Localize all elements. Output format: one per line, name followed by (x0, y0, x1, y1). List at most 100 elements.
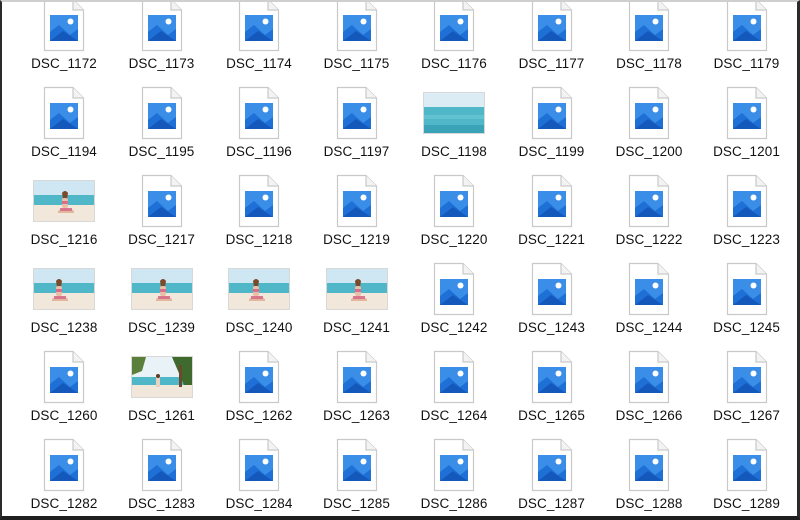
file-item[interactable]: DSC_1198 (406, 82, 502, 166)
file-item[interactable]: DSC_1245 (699, 258, 795, 342)
file-item[interactable]: DSC_1243 (504, 258, 600, 342)
photo-thumbnail (309, 260, 405, 318)
file-item[interactable]: DSC_1287 (504, 434, 600, 518)
file-item[interactable]: DSC_1200 (601, 82, 697, 166)
file-name-label: DSC_1174 (226, 56, 292, 71)
file-item[interactable]: DSC_1285 (309, 434, 405, 518)
image-file-icon (406, 0, 502, 54)
image-file-icon-graphic (531, 438, 572, 492)
file-item[interactable]: DSC_1177 (504, 0, 600, 78)
file-item[interactable]: DSC_1267 (699, 346, 795, 430)
file-item[interactable]: DSC_1220 (406, 170, 502, 254)
file-name-label: DSC_1196 (226, 144, 292, 159)
file-name-label: DSC_1264 (420, 408, 488, 423)
image-file-icon-graphic (433, 438, 475, 492)
file-item[interactable]: DSC_1240 (211, 258, 307, 342)
file-name-label: DSC_1289 (713, 496, 780, 511)
file-item[interactable]: DSC_1242 (406, 258, 502, 342)
file-name-label: DSC_1283 (128, 496, 195, 511)
file-item[interactable]: DSC_1261 (114, 346, 210, 430)
file-item[interactable]: DSC_1172 (16, 0, 112, 78)
image-file-icon-graphic (238, 350, 280, 404)
image-file-icon (114, 172, 210, 230)
image-file-icon-graphic (531, 350, 572, 404)
image-file-icon (601, 260, 697, 318)
photo-thumbnail-graphic (131, 357, 192, 397)
file-name-label: DSC_1220 (420, 232, 488, 247)
file-item[interactable]: DSC_1176 (406, 0, 502, 78)
file-item[interactable]: DSC_1262 (211, 346, 307, 430)
image-file-icon (699, 436, 795, 494)
photo-thumbnail-graphic (229, 269, 289, 309)
file-name-label: DSC_1239 (128, 320, 195, 335)
file-name-label: DSC_1244 (615, 320, 683, 335)
file-item[interactable]: DSC_1241 (309, 258, 405, 342)
image-file-icon (114, 84, 210, 142)
file-item[interactable]: DSC_1174 (211, 0, 307, 78)
image-file-icon (309, 348, 405, 406)
file-item[interactable]: DSC_1266 (601, 346, 697, 430)
image-file-icon (504, 260, 600, 318)
image-file-icon-graphic (628, 0, 670, 52)
file-item[interactable]: DSC_1286 (406, 434, 502, 518)
image-file-icon (211, 348, 307, 406)
file-item[interactable]: DSC_1178 (601, 0, 697, 78)
image-file-icon-graphic (43, 86, 85, 140)
file-item[interactable]: DSC_1222 (601, 170, 697, 254)
file-item[interactable]: DSC_1264 (406, 346, 502, 430)
photo-thumbnail (406, 84, 502, 142)
file-name-label: DSC_1262 (225, 408, 293, 423)
file-item[interactable]: DSC_1289 (699, 434, 795, 518)
file-item[interactable]: DSC_1201 (699, 82, 795, 166)
file-name-label: DSC_1201 (713, 144, 780, 159)
image-file-icon (16, 84, 112, 142)
image-file-icon (16, 348, 112, 406)
file-name-label: DSC_1178 (616, 56, 682, 71)
file-item[interactable]: DSC_1282 (16, 434, 112, 518)
image-file-icon (601, 436, 697, 494)
file-name-label: DSC_1265 (518, 408, 585, 423)
file-item[interactable]: DSC_1284 (211, 434, 307, 518)
file-item[interactable]: DSC_1195 (114, 82, 210, 166)
image-file-icon (16, 0, 112, 54)
image-file-icon-graphic (141, 0, 182, 52)
file-item[interactable]: DSC_1265 (504, 346, 600, 430)
file-name-label: DSC_1179 (713, 56, 780, 71)
file-name-label: DSC_1243 (518, 320, 585, 335)
file-item[interactable]: DSC_1238 (16, 258, 112, 342)
image-file-icon-graphic (726, 0, 767, 52)
file-name-label: DSC_1198 (421, 144, 487, 159)
image-file-icon-graphic (628, 174, 670, 228)
photo-thumbnail (114, 260, 210, 318)
image-file-icon (601, 0, 697, 54)
image-file-icon-graphic (141, 174, 182, 228)
file-item[interactable]: DSC_1217 (114, 170, 210, 254)
file-item[interactable]: DSC_1179 (699, 0, 795, 78)
file-item[interactable]: DSC_1283 (114, 434, 210, 518)
file-item[interactable]: DSC_1218 (211, 170, 307, 254)
file-name-label: DSC_1282 (30, 496, 98, 511)
file-name-label: DSC_1245 (713, 320, 780, 335)
file-item[interactable]: DSC_1260 (16, 346, 112, 430)
file-item[interactable]: DSC_1219 (309, 170, 405, 254)
file-item[interactable]: DSC_1244 (601, 258, 697, 342)
file-item[interactable]: DSC_1239 (114, 258, 210, 342)
file-item[interactable]: DSC_1223 (699, 170, 795, 254)
image-file-icon-graphic (726, 350, 767, 404)
file-name-label: DSC_1263 (323, 408, 390, 423)
image-file-icon-graphic (238, 86, 280, 140)
file-item[interactable]: DSC_1175 (309, 0, 405, 78)
file-item[interactable]: DSC_1199 (504, 82, 600, 166)
file-item[interactable]: DSC_1221 (504, 170, 600, 254)
file-item[interactable]: DSC_1196 (211, 82, 307, 166)
file-item[interactable]: DSC_1263 (309, 346, 405, 430)
image-file-icon (406, 260, 502, 318)
file-name-label: DSC_1287 (518, 496, 585, 511)
file-item[interactable]: DSC_1194 (16, 82, 112, 166)
photo-thumbnail-graphic (424, 93, 484, 133)
file-item[interactable]: DSC_1216 (16, 170, 112, 254)
file-item[interactable]: DSC_1197 (309, 82, 405, 166)
file-item[interactable]: DSC_1288 (601, 434, 697, 518)
file-item[interactable]: DSC_1173 (114, 0, 210, 78)
image-file-icon-graphic (141, 438, 182, 492)
